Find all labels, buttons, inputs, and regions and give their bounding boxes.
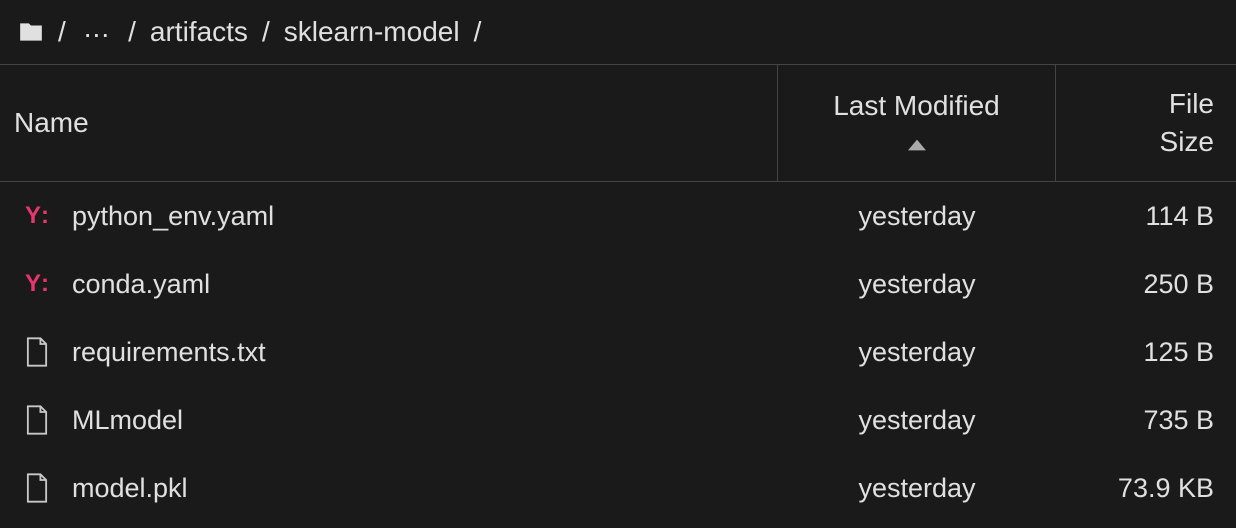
table-row[interactable]: requirements.txt yesterday 125 B bbox=[0, 318, 1236, 386]
column-header-file-size-label-1: File bbox=[1169, 85, 1214, 123]
breadcrumb-separator: / bbox=[470, 16, 486, 48]
file-size: 735 B bbox=[1056, 405, 1222, 436]
column-header-name-label: Name bbox=[14, 107, 89, 139]
table-row[interactable]: Y: python_env.yaml yesterday 114 B bbox=[0, 182, 1236, 250]
file-name-cell: Y: python_env.yaml bbox=[22, 199, 778, 233]
file-modified: yesterday bbox=[778, 269, 1056, 300]
file-name: model.pkl bbox=[72, 473, 188, 504]
column-header-file-size[interactable]: File Size bbox=[1056, 65, 1236, 181]
file-modified: yesterday bbox=[778, 337, 1056, 368]
file-name-cell: requirements.txt bbox=[22, 335, 778, 369]
yaml-file-icon: Y: bbox=[22, 199, 52, 233]
file-name-cell: model.pkl bbox=[22, 471, 778, 505]
sort-ascending-icon bbox=[908, 128, 926, 156]
file-icon bbox=[22, 335, 52, 369]
file-size: 73.9 KB bbox=[1056, 473, 1222, 504]
file-size: 250 B bbox=[1056, 269, 1222, 300]
file-list: Y: python_env.yaml yesterday 114 B Y: co… bbox=[0, 182, 1236, 522]
table-row[interactable]: MLmodel yesterday 735 B bbox=[0, 386, 1236, 454]
file-name-cell: Y: conda.yaml bbox=[22, 267, 778, 301]
column-header-file-size-label-2: Size bbox=[1160, 123, 1214, 161]
file-name: conda.yaml bbox=[72, 269, 210, 300]
yaml-file-icon: Y: bbox=[22, 267, 52, 301]
table-row[interactable]: model.pkl yesterday 73.9 KB bbox=[0, 454, 1236, 522]
breadcrumb-separator: / bbox=[258, 16, 274, 48]
file-name-cell: MLmodel bbox=[22, 403, 778, 437]
file-name: requirements.txt bbox=[72, 337, 266, 368]
file-size: 114 B bbox=[1056, 201, 1222, 232]
breadcrumb-segment-sklearn-model[interactable]: sklearn-model bbox=[284, 16, 460, 48]
breadcrumb-separator: / bbox=[54, 16, 70, 48]
table-header: Name Last Modified File Size bbox=[0, 64, 1236, 182]
folder-icon[interactable] bbox=[18, 19, 44, 45]
column-header-last-modified-label: Last Modified bbox=[833, 90, 1000, 122]
column-header-name[interactable]: Name bbox=[0, 65, 778, 181]
file-modified: yesterday bbox=[778, 201, 1056, 232]
column-header-last-modified[interactable]: Last Modified bbox=[778, 65, 1056, 181]
file-icon bbox=[22, 471, 52, 505]
file-modified: yesterday bbox=[778, 405, 1056, 436]
breadcrumb-segment-artifacts[interactable]: artifacts bbox=[150, 16, 248, 48]
file-name: MLmodel bbox=[72, 405, 183, 436]
file-icon bbox=[22, 403, 52, 437]
breadcrumb-separator: / bbox=[124, 16, 140, 48]
file-name: python_env.yaml bbox=[72, 201, 274, 232]
table-row[interactable]: Y: conda.yaml yesterday 250 B bbox=[0, 250, 1236, 318]
breadcrumb: / ... / artifacts / sklearn-model / bbox=[0, 0, 1236, 64]
file-modified: yesterday bbox=[778, 473, 1056, 504]
file-size: 125 B bbox=[1056, 337, 1222, 368]
breadcrumb-ellipsis[interactable]: ... bbox=[80, 14, 114, 42]
